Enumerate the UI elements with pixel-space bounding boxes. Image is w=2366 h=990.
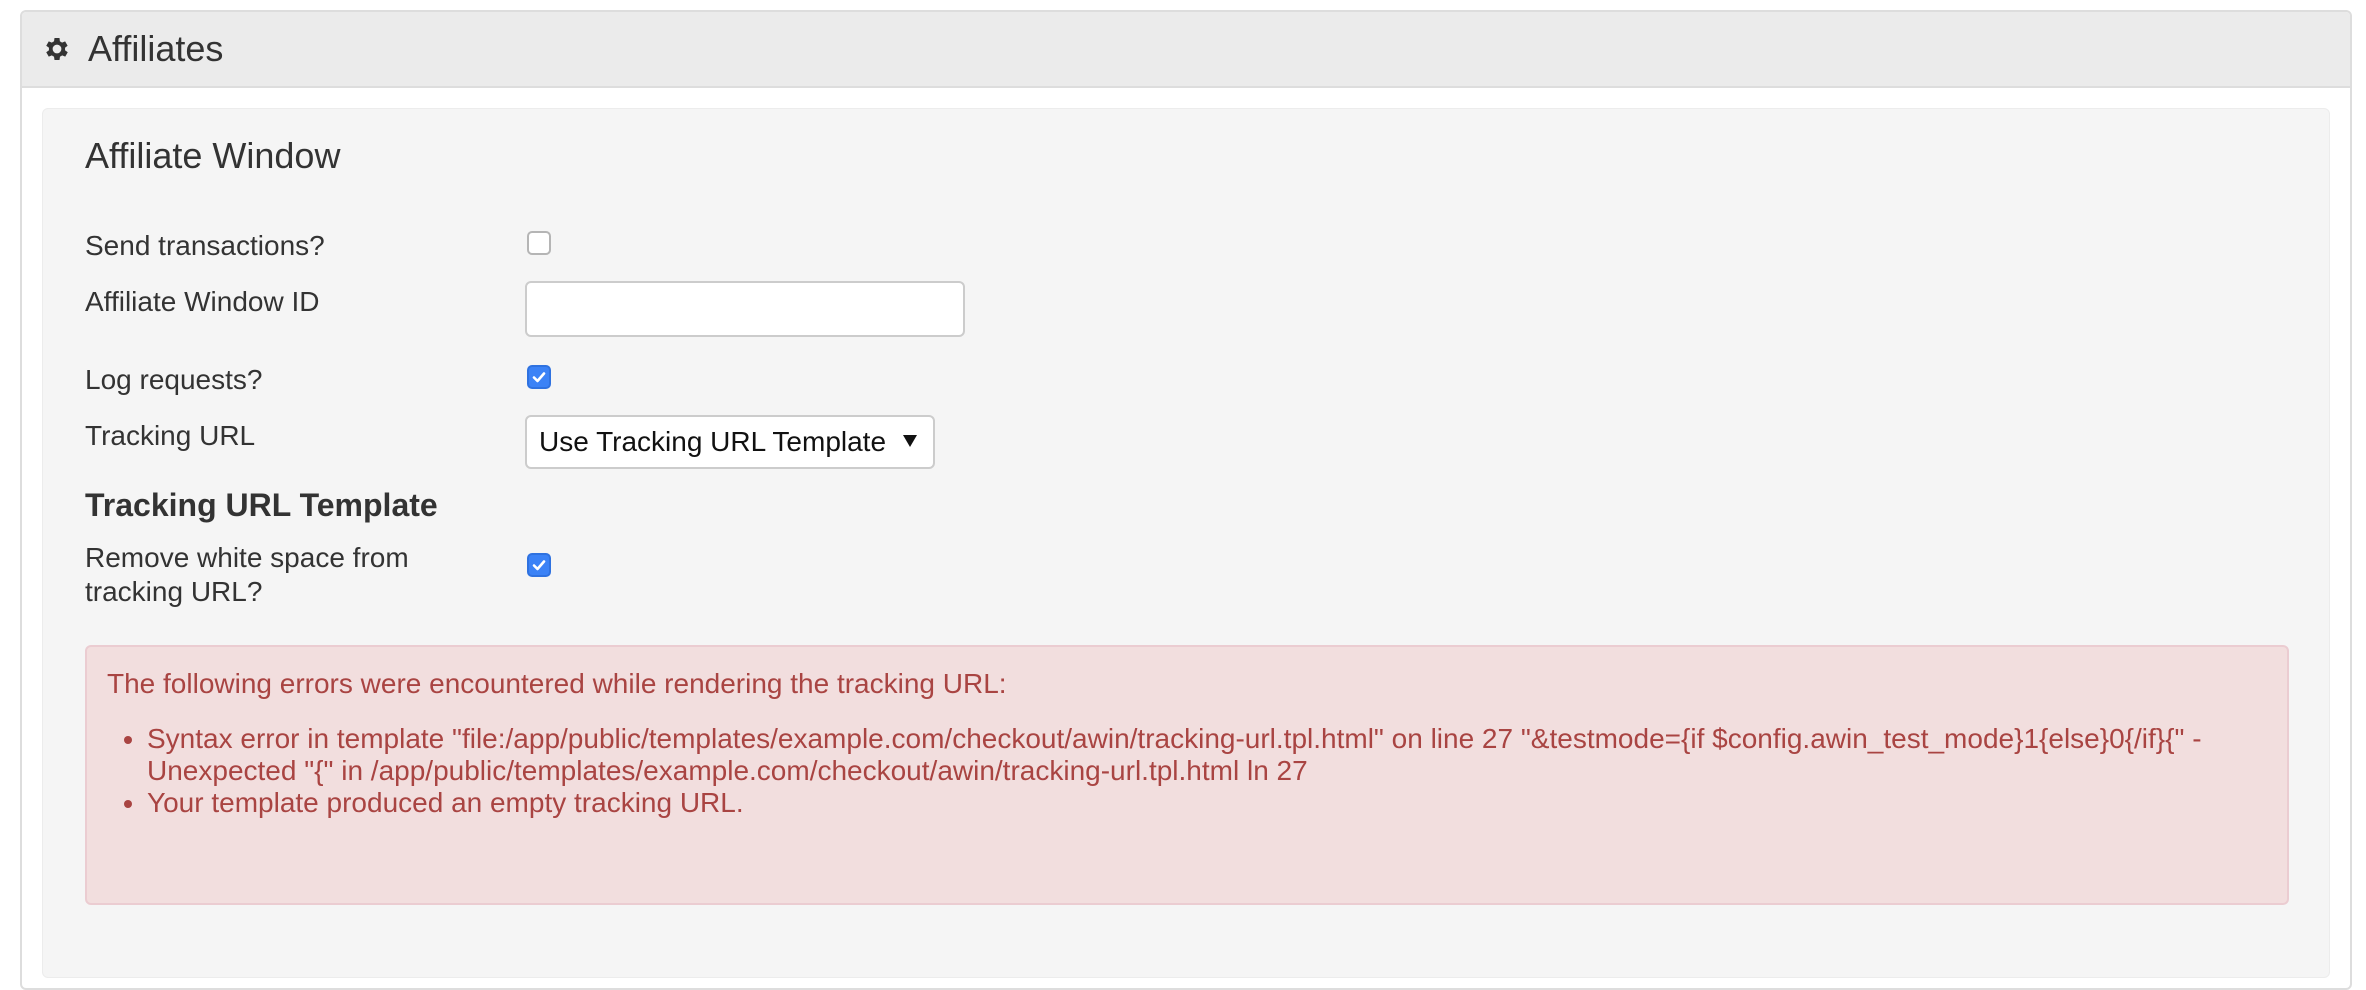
panel-header: Affiliates: [22, 12, 2350, 88]
section-title: Affiliate Window: [85, 135, 341, 176]
affiliate-window-id-input[interactable]: [525, 281, 965, 337]
error-alert: The following errors were encountered wh…: [85, 645, 2289, 905]
log-requests-label: Log requests?: [85, 364, 263, 395]
error-text-line: Unexpected "{" in /app/public/templates/…: [147, 755, 1308, 786]
tracking-url-label: Tracking URL: [85, 420, 256, 451]
checkmark-icon: [532, 372, 546, 383]
panel-title: Affiliates: [88, 28, 224, 69]
affiliates-panel: Affiliates Affiliate Window Send transac…: [20, 10, 2352, 990]
error-text-line: Syntax error in template "file:/app/publ…: [147, 723, 2202, 754]
affiliate-window-id-label: Affiliate Window ID: [85, 286, 320, 317]
gear-icon: [42, 34, 72, 64]
remove-whitespace-label-line2: tracking URL?: [85, 576, 263, 607]
remove-whitespace-checkbox[interactable]: [527, 553, 551, 577]
affiliate-window-section: Affiliate Window Send transactions? Affi…: [42, 108, 2330, 978]
send-transactions-label: Send transactions?: [85, 230, 325, 261]
template-section-title: Tracking URL Template: [85, 487, 438, 523]
remove-whitespace-label: Remove white space from tracking URL?: [85, 541, 409, 609]
dropdown-arrow-icon: [903, 435, 917, 447]
tracking-url-select-value: Use Tracking URL Template: [539, 426, 887, 457]
error-text-line: Your template produced an empty tracking…: [147, 787, 744, 818]
log-requests-checkbox[interactable]: [527, 365, 551, 389]
send-transactions-checkbox[interactable]: [527, 231, 551, 255]
error-alert-intro: The following errors were encountered wh…: [107, 668, 1007, 699]
error-list-item: Syntax error in template "file:/app/publ…: [147, 723, 2267, 787]
tracking-url-select[interactable]: Use Tracking URL Template: [525, 415, 935, 469]
error-list: Syntax error in template "file:/app/publ…: [107, 723, 2267, 819]
remove-whitespace-label-line1: Remove white space from: [85, 542, 409, 573]
checkmark-icon: [532, 560, 546, 571]
error-list-item: Your template produced an empty tracking…: [147, 787, 2267, 819]
